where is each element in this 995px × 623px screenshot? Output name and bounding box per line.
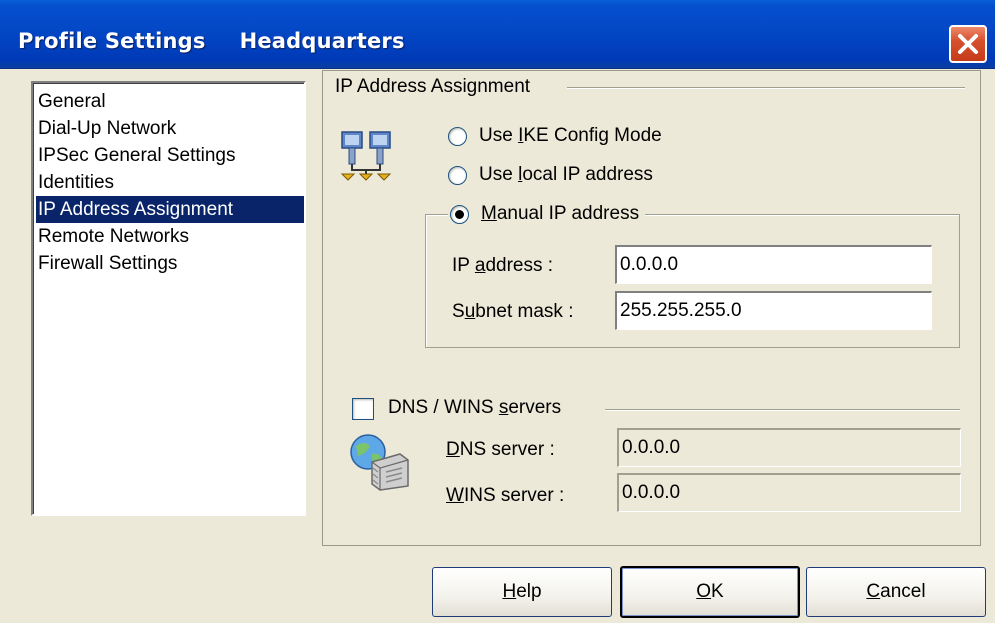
ip-address-input[interactable] (615, 245, 932, 284)
cancel-button[interactable]: Cancel (806, 567, 986, 617)
help-button[interactable]: Help (432, 567, 612, 617)
dns-wins-servers-checkbox[interactable] (352, 398, 374, 420)
group-title-divider (567, 87, 965, 89)
dns-wins-servers-label[interactable]: DNS / WINS servers (388, 396, 572, 420)
category-item-firewall-settings[interactable]: Firewall Settings (36, 250, 304, 277)
category-item-identities[interactable]: Identities (36, 169, 304, 196)
category-item-ip-address-assignment[interactable]: IP Address Assignment (36, 196, 304, 223)
dns-wins-divider (605, 409, 960, 411)
ok-button-label: OK (696, 581, 724, 602)
local-ip-radio-circle[interactable] (448, 165, 467, 185)
wins-server-input[interactable] (617, 473, 961, 512)
category-item-remote-networks[interactable]: Remote Networks (36, 223, 304, 250)
globe-server-icon (350, 434, 409, 491)
subnet-mask-label: Subnet mask : (452, 301, 574, 322)
wins-server-label: WINS server : (446, 485, 565, 506)
category-item-dial-up-network[interactable]: Dial-Up Network (36, 115, 304, 142)
dns-server-label: DNS server : (446, 439, 555, 460)
ok-button[interactable]: OK (620, 566, 800, 618)
category-list[interactable]: General Dial-Up Network IPSec General Se… (31, 81, 306, 516)
title-profile-settings: Profile Settings (18, 29, 206, 53)
radio-selected-dot (455, 209, 464, 219)
manual-ip-address-radio[interactable]: Manual IP address (448, 200, 646, 228)
cancel-button-label: Cancel (866, 581, 926, 602)
group-title: IP Address Assignment (333, 74, 533, 100)
use-local-ip-address-radio[interactable]: Use local IP address (448, 161, 653, 189)
subnet-mask-input[interactable] (615, 291, 932, 330)
local-ip-label: Use local IP address (479, 164, 653, 185)
use-ike-config-mode-radio[interactable]: Use IKE Config Mode (448, 122, 662, 150)
profile-settings-dialog: Profile Settings Headquarters General Dia… (0, 0, 995, 623)
network-computers-icon (340, 131, 392, 181)
window-title: Profile Settings Headquarters (18, 29, 405, 53)
help-button-label: Help (502, 581, 542, 602)
dns-server-input[interactable] (617, 428, 961, 467)
close-icon (958, 34, 978, 54)
close-button[interactable] (949, 25, 987, 63)
title-profile-name: Headquarters (239, 29, 405, 53)
ip-address-label: IP address : (452, 255, 554, 276)
title-bar[interactable]: Profile Settings Headquarters (0, 0, 995, 69)
category-item-ipsec-general-settings[interactable]: IPSec General Settings (36, 142, 304, 169)
manual-ip-radio-circle[interactable] (450, 204, 469, 224)
category-item-general[interactable]: General (36, 88, 304, 115)
ike-config-radio-circle[interactable] (448, 126, 467, 146)
ike-config-label: Use IKE Config Mode (479, 125, 662, 146)
manual-ip-label: Manual IP address (481, 203, 640, 224)
